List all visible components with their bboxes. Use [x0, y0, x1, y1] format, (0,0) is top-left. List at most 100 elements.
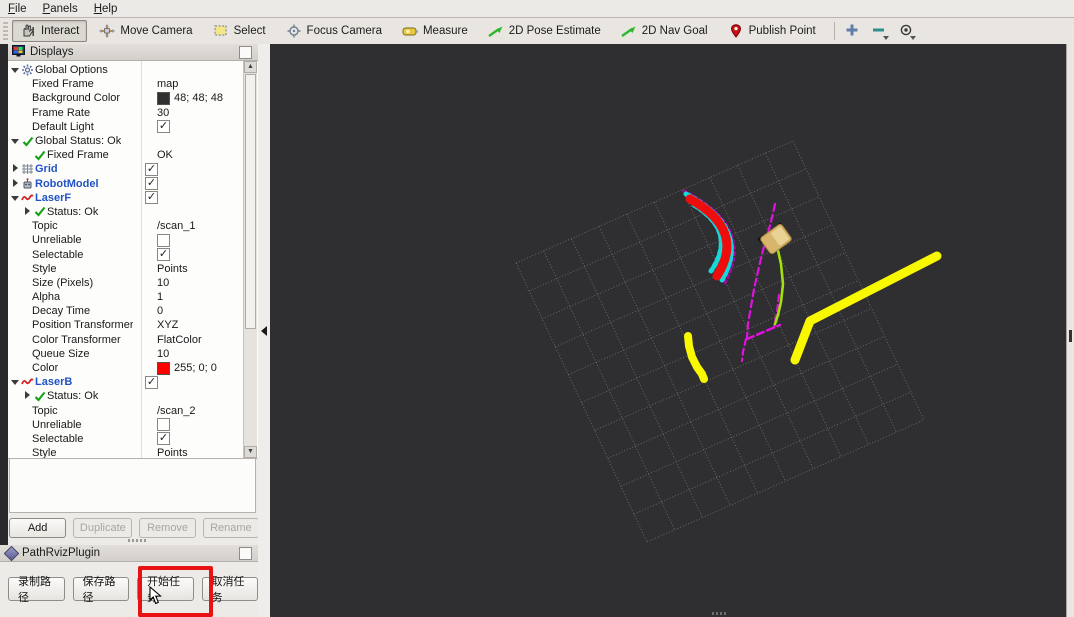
toolbar-separator — [833, 22, 835, 40]
path-plugin-float-button[interactable] — [239, 546, 252, 560]
tree-row-fixed-frame[interactable]: Fixed Frame map — [22, 77, 244, 91]
property-name: LaserB — [35, 376, 73, 389]
tool-button-add-tool[interactable] — [841, 21, 863, 41]
tree-row-global-status-ok[interactable]: Global Status: Ok — [10, 134, 244, 148]
hand-icon — [20, 24, 36, 38]
tree-row-status-ok[interactable]: Status: Ok — [22, 205, 244, 219]
color-swatch[interactable] — [157, 361, 170, 375]
checkbox-checked[interactable]: ✓ — [145, 191, 158, 205]
expander-down-icon[interactable] — [10, 192, 20, 204]
tree-row-robotmodel[interactable]: RobotModel ✓ — [10, 177, 244, 191]
checkbox-checked[interactable]: ✓ — [157, 120, 170, 134]
tree-row-topic[interactable]: Topic/scan_1 — [22, 219, 244, 233]
tool-button-move-camera[interactable]: Move Camera — [91, 20, 200, 42]
panel-splitter-handle[interactable] — [128, 539, 146, 542]
checkbox-unchecked[interactable] — [157, 233, 170, 247]
displays-panel-header[interactable]: Displays — [8, 44, 258, 61]
scroll-down-button[interactable]: ▼ — [244, 446, 257, 458]
3d-viewport[interactable] — [270, 44, 1066, 617]
vertical-splitter[interactable] — [258, 44, 270, 617]
right-splitter-handle[interactable] — [1069, 330, 1072, 342]
tree-row-alpha[interactable]: Alpha 1 — [22, 290, 244, 304]
tree-row-decay-time[interactable]: Decay Time 0 — [22, 304, 244, 318]
checkbox-checked[interactable]: ✓ — [145, 162, 158, 176]
check-icon — [20, 136, 35, 147]
tree-row-style[interactable]: Style Points — [22, 262, 244, 276]
tree-row-laserb[interactable]: LaserB ✓ — [10, 375, 244, 389]
tree-row-position-transformer[interactable]: Position Transformer XYZ — [22, 318, 244, 332]
property-value: 10 — [157, 276, 170, 289]
tree-row-size-pixels-[interactable]: Size (Pixels) 10 — [22, 276, 244, 290]
expander-right-icon[interactable] — [10, 163, 20, 175]
tool-button-select[interactable]: Select — [205, 20, 274, 42]
expander-right-icon[interactable] — [22, 390, 32, 402]
displays-panel-title: Displays — [30, 46, 74, 58]
recorded-path-magenta-left — [745, 202, 777, 339]
path-plugin-button-4[interactable]: 取消任务 — [201, 576, 258, 604]
grid-icon — [20, 163, 35, 175]
menu-item-help[interactable]: Help — [86, 2, 126, 16]
tree-row-laserf[interactable]: LaserF ✓ — [10, 191, 244, 205]
color-swatch[interactable] — [157, 91, 170, 105]
property-name: Status: Ok — [47, 390, 99, 403]
add-button[interactable]: Add — [9, 518, 67, 538]
tool-button-tool-properties[interactable] — [895, 21, 917, 41]
checkbox-unchecked[interactable] — [157, 418, 170, 432]
expander-right-icon[interactable] — [22, 206, 32, 218]
path-plugin-button-3[interactable]: 开始任务 — [137, 576, 194, 604]
tool-button-2d-pose-estimate[interactable]: 2D Pose Estimate — [480, 20, 609, 42]
tree-row-frame-rate[interactable]: Frame Rate 30 — [22, 106, 244, 120]
expander-down-icon[interactable] — [10, 64, 20, 76]
property-name: Color — [32, 362, 59, 375]
plugin-diamond-icon — [3, 545, 20, 561]
menu-item-panels[interactable]: Panels — [35, 2, 86, 16]
displays-tree[interactable]: Global Options Fixed Frame map Background C… — [8, 61, 258, 459]
expander-down-icon[interactable] — [10, 135, 20, 147]
rename-button[interactable]: Rename — [202, 518, 259, 538]
displays-float-button[interactable] — [239, 45, 252, 59]
tree-row-unreliable[interactable]: Unreliable — [22, 233, 244, 247]
toolbar-drag-handle[interactable] — [3, 22, 8, 40]
tool-button-2d-nav-goal[interactable]: 2D Nav Goal — [613, 20, 716, 42]
tool-button-remove-tool[interactable] — [868, 21, 890, 41]
tree-row-background-color[interactable]: Background Color 48; 48; 48 — [22, 91, 244, 105]
path-plugin-button-2[interactable]: 保存路径 — [72, 576, 129, 604]
menu-item-file[interactable]: File — [0, 2, 35, 16]
tool-button-publish-point[interactable]: Publish Point — [720, 20, 824, 42]
tool-button-measure[interactable]: Measure — [394, 20, 476, 42]
tree-row-unreliable[interactable]: Unreliable — [22, 418, 244, 432]
viewport-bottom-handle[interactable] — [712, 612, 726, 615]
scrollbar-thumb[interactable] — [245, 74, 256, 329]
splitter-collapse-arrow-icon[interactable] — [261, 326, 267, 336]
tree-row-selectable[interactable]: Selectable ✓ — [22, 432, 244, 446]
displays-scrollbar[interactable]: ▲ ▼ — [243, 61, 257, 458]
tree-row-status-ok[interactable]: Status: Ok — [22, 389, 244, 403]
expander-right-icon[interactable] — [10, 178, 20, 190]
remove-button[interactable]: Remove — [139, 518, 196, 538]
tree-row-queue-size[interactable]: Queue Size 10 — [22, 347, 244, 361]
scroll-up-button[interactable]: ▲ — [244, 61, 257, 73]
checkbox-checked[interactable]: ✓ — [157, 432, 170, 446]
tree-row-global-options[interactable]: Global Options — [10, 63, 244, 77]
tree-row-color-transformer[interactable]: Color Transformer FlatColor — [22, 333, 244, 347]
duplicate-button[interactable]: Duplicate — [73, 518, 133, 538]
tool-button-focus-camera[interactable]: Focus Camera — [278, 20, 390, 42]
tree-row-fixed-frame[interactable]: Fixed Frame OK — [22, 148, 244, 162]
tree-row-color[interactable]: Color 255; 0; 0 — [22, 361, 244, 375]
path-plugin-header[interactable]: PathRvizPlugin — [0, 545, 258, 562]
tree-row-topic[interactable]: Topic/scan_2 — [22, 404, 244, 418]
checkbox-checked[interactable]: ✓ — [145, 375, 158, 389]
property-name: Topic — [32, 404, 58, 417]
tree-row-grid[interactable]: Grid ✓ — [10, 162, 244, 176]
property-value: /scan_1 — [157, 220, 196, 233]
checkbox-checked[interactable]: ✓ — [157, 248, 170, 262]
checkbox-checked[interactable]: ✓ — [145, 177, 158, 191]
check-icon — [32, 150, 47, 161]
rviz-window: File Panels Help Interact Move Camera Select… — [0, 0, 1074, 617]
path-plugin-button-1[interactable]: 录制路径 — [8, 576, 65, 604]
tool-button-interact[interactable]: Interact — [12, 20, 88, 42]
tree-row-selectable[interactable]: Selectable ✓ — [22, 247, 244, 262]
property-name: Global Status: Ok — [35, 135, 122, 148]
tree-row-default-light[interactable]: Default Light ✓ — [22, 120, 244, 134]
expander-down-icon[interactable] — [10, 376, 20, 388]
